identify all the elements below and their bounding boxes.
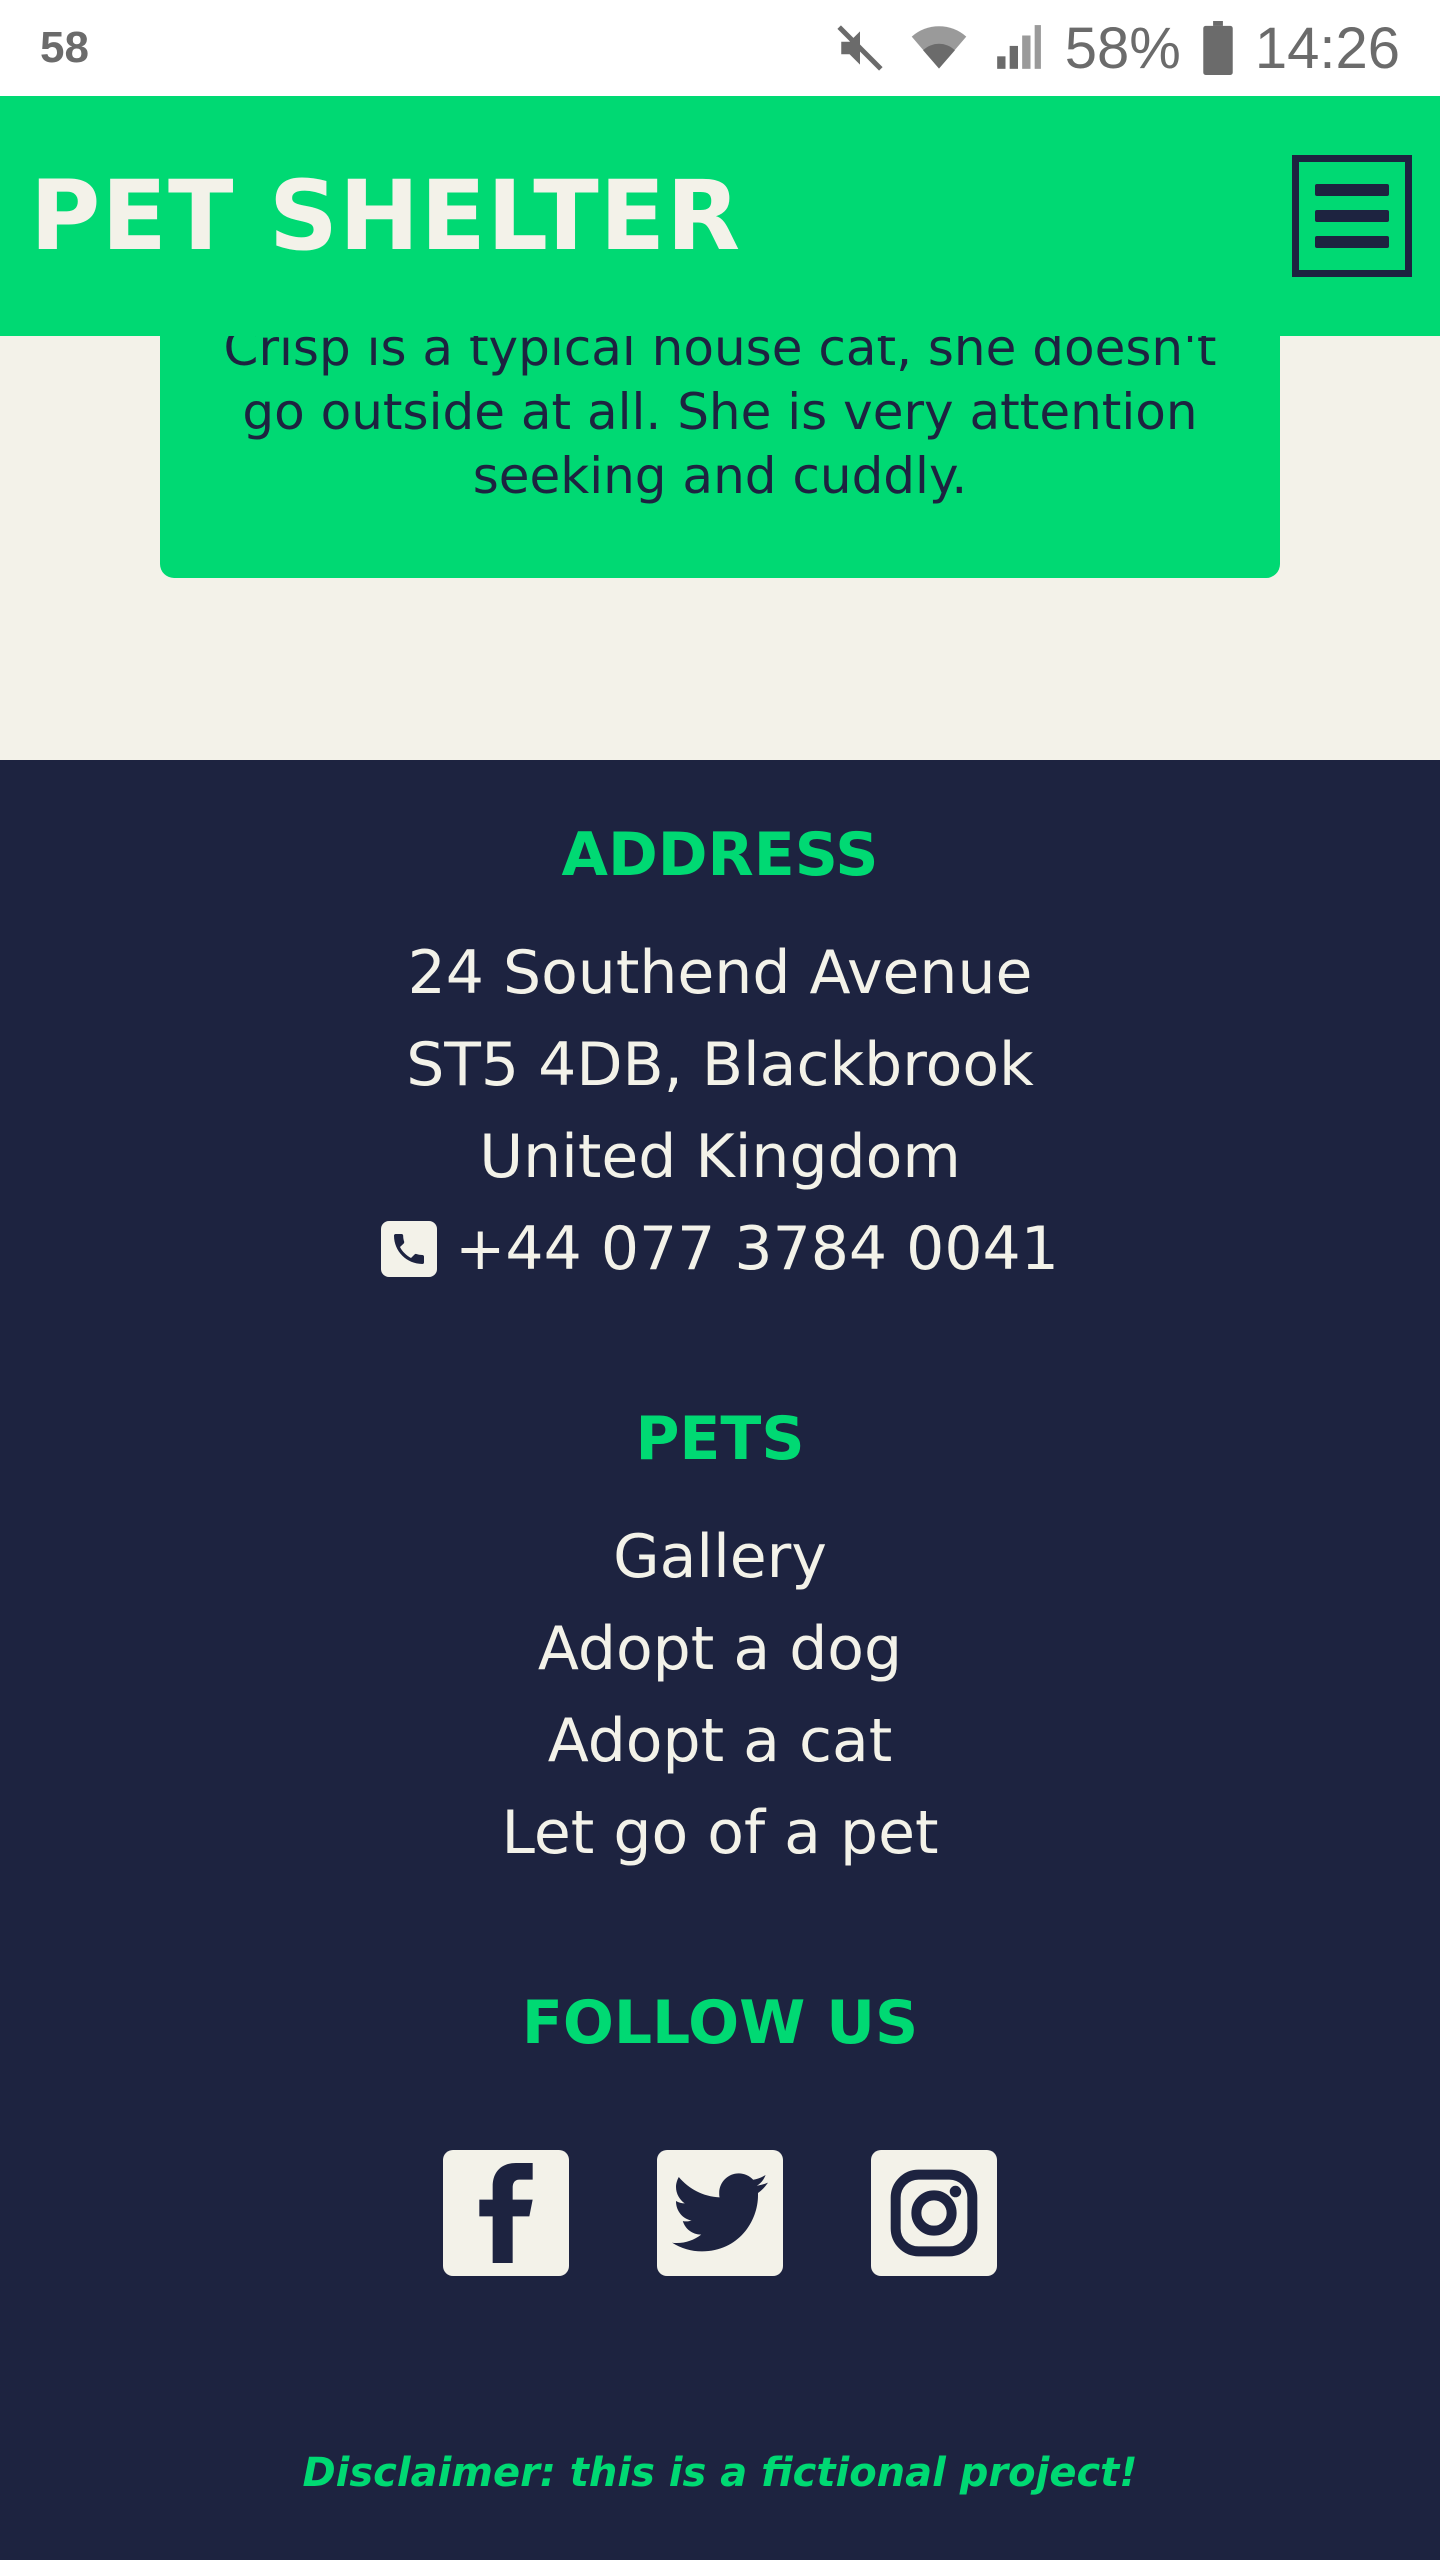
twitter-icon: [672, 2173, 768, 2252]
instagram-link[interactable]: [871, 2150, 997, 2276]
battery-icon: [1203, 21, 1233, 75]
hamburger-menu-button[interactable]: [1292, 155, 1412, 277]
status-icons: 58% 14:26: [835, 15, 1400, 82]
brand-logo[interactable]: PET SHELTER: [30, 160, 741, 272]
pet-description-line: seeking and cuddly.: [472, 447, 968, 505]
hamburger-icon-bar: [1315, 210, 1389, 222]
pet-description-line: go outside at all. She is very attention: [242, 383, 1198, 441]
signal-icon: [996, 25, 1041, 69]
facebook-link[interactable]: [443, 2150, 569, 2276]
status-notification-count: 58: [40, 23, 89, 72]
clock: 14:26: [1254, 15, 1400, 81]
main-content: Crisp is a typical house cat, she doesn'…: [0, 336, 1440, 760]
social-links: [0, 2150, 1440, 2276]
address-line-3: United Kingdom: [479, 1122, 961, 1192]
status-bar: 58 58% 14:26: [0, 0, 1440, 96]
address-line-2: ST5 4DB, Blackbrook: [406, 1030, 1034, 1100]
pet-description-line: Crisp is a typical house cat, she doesn'…: [223, 336, 1217, 377]
site-footer: ADDRESS 24 Southend Avenue ST5 4DB, Blac…: [0, 760, 1440, 2560]
hamburger-icon: [1315, 184, 1389, 196]
follow-title: FOLLOW US: [521, 1988, 919, 2058]
pet-card: Crisp is a typical house cat, she doesn'…: [160, 336, 1280, 578]
address-title: ADDRESS: [561, 820, 879, 890]
phone-number: +44 077 3784 0041: [455, 1214, 1059, 1284]
phone-icon: [381, 1221, 438, 1277]
disclaimer: Disclaimer: this is a fictional project!: [302, 2450, 1138, 2496]
mute-icon: [837, 25, 883, 71]
hamburger-icon-bar: [1315, 236, 1389, 248]
footer-link-gallery[interactable]: Gallery: [0, 1522, 1440, 1592]
twitter-link[interactable]: [657, 2150, 783, 2276]
footer-link-adopt-cat[interactable]: Adopt a cat: [0, 1706, 1440, 1776]
address-line-1: 24 Southend Avenue: [407, 938, 1033, 1008]
battery-percent: 58%: [1064, 15, 1181, 81]
phone-link[interactable]: +44 077 3784 0041: [0, 1214, 1440, 1284]
pets-title: PETS: [635, 1404, 805, 1474]
facebook-icon: [479, 2163, 533, 2263]
wifi-icon: [911, 26, 967, 69]
footer-link-let-go-pet[interactable]: Let go of a pet: [0, 1798, 1440, 1868]
site-header: PET SHELTER: [0, 96, 1440, 336]
footer-link-adopt-dog[interactable]: Adopt a dog: [0, 1614, 1440, 1684]
instagram-icon: [890, 2169, 978, 2257]
